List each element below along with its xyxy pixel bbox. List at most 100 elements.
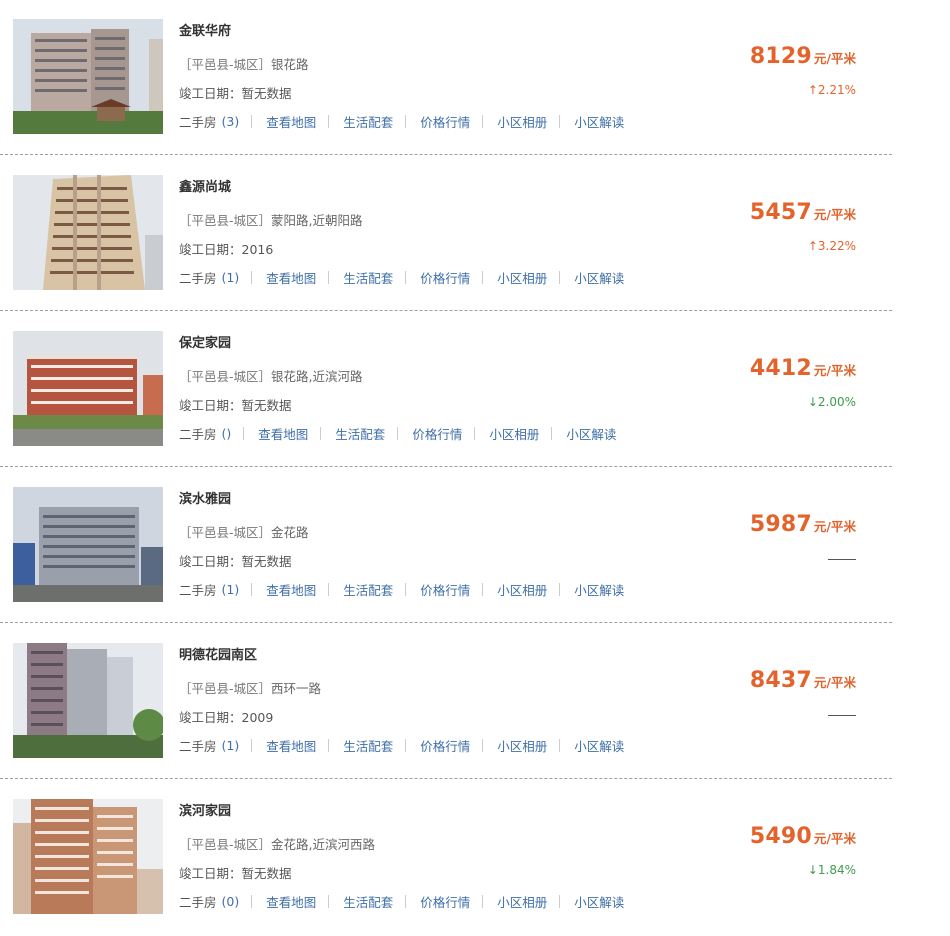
link-divider	[559, 270, 561, 284]
price: 5457 元/平米	[750, 200, 856, 225]
second-hand-count[interactable]: (1)	[222, 270, 240, 285]
price-trend-link[interactable]: 价格行情	[420, 268, 470, 287]
community-address: ［平邑县-城区］银花路,近滨河路	[179, 366, 363, 385]
second-hand-label[interactable]: 二手房	[179, 736, 217, 755]
price-value: 8437	[749, 668, 812, 693]
community-name[interactable]: 保定家园	[179, 332, 231, 351]
community-name[interactable]: 金联华府	[179, 20, 231, 39]
community-name[interactable]: 滨水雅园	[179, 488, 231, 507]
photo-album-link[interactable]: 小区相册	[497, 892, 547, 911]
community-address: ［平邑县-城区］西环一路	[179, 678, 321, 697]
second-hand-count[interactable]: (3)	[222, 114, 240, 129]
community-name[interactable]: 鑫源尚城	[179, 176, 231, 195]
price-value: 5457	[749, 200, 812, 225]
community-list: 金联华府 ［平邑县-城区］银花路 竣工日期：暂无数据 二手房 (3) 查看地图 …	[0, 0, 950, 936]
view-map-link[interactable]: 查看地图	[266, 580, 316, 599]
photo-album-link[interactable]: 小区相册	[489, 424, 539, 443]
life-facilities-link[interactable]: 生活配套	[343, 736, 393, 755]
second-hand-label[interactable]: 二手房	[179, 892, 217, 911]
second-hand-count[interactable]: (0)	[222, 894, 240, 909]
community-photo[interactable]	[13, 799, 163, 914]
road-label: 金花路	[271, 525, 309, 540]
price-unit: 元/平米	[813, 831, 856, 846]
completion-date: 竣工日期：暂无数据	[179, 395, 292, 414]
community-photo[interactable]	[13, 175, 163, 290]
link-divider	[482, 582, 484, 596]
price: 5490 元/平米	[750, 824, 856, 849]
community-review-link[interactable]: 小区解读	[574, 580, 624, 599]
item-divider	[0, 154, 892, 155]
second-hand-count[interactable]: (1)	[222, 582, 240, 597]
price-value: 5987	[749, 512, 812, 537]
district-label: ［平邑县-城区］	[179, 525, 272, 540]
community-photo[interactable]	[13, 643, 163, 758]
price-unit: 元/平米	[813, 675, 856, 690]
community-photo[interactable]	[13, 487, 163, 602]
item-divider	[0, 622, 892, 623]
view-map-link[interactable]: 查看地图	[266, 268, 316, 287]
photo-album-link[interactable]: 小区相册	[497, 736, 547, 755]
community-review-link[interactable]: 小区解读	[574, 736, 624, 755]
community-review-link[interactable]: 小区解读	[574, 268, 624, 287]
view-map-link[interactable]: 查看地图	[266, 736, 316, 755]
community-review-link[interactable]: 小区解读	[574, 112, 624, 131]
link-divider	[397, 426, 399, 440]
community-photo[interactable]	[13, 19, 163, 134]
second-hand-label[interactable]: 二手房	[179, 424, 217, 443]
second-hand-count[interactable]: ()	[222, 426, 232, 441]
life-facilities-link[interactable]: 生活配套	[343, 892, 393, 911]
completion-date: 竣工日期：2009	[179, 707, 273, 726]
completion-date: 竣工日期：2016	[179, 239, 273, 258]
community-review-link[interactable]: 小区解读	[574, 892, 624, 911]
photo-album-link[interactable]: 小区相册	[497, 112, 547, 131]
community-links: 二手房 () 查看地图 生活配套 价格行情 小区相册 小区解读	[179, 424, 616, 442]
view-map-link[interactable]: 查看地图	[258, 424, 308, 443]
price-change-none	[828, 559, 856, 560]
link-divider	[559, 738, 561, 752]
second-hand-count[interactable]: (1)	[222, 738, 240, 753]
link-divider	[482, 738, 484, 752]
photo-album-link[interactable]: 小区相册	[497, 268, 547, 287]
price-value: 5490	[749, 824, 812, 849]
view-map-link[interactable]: 查看地图	[266, 892, 316, 911]
list-item: 鑫源尚城 ［平邑县-城区］蒙阳路,近朝阳路 竣工日期：2016 二手房 (1) …	[0, 156, 892, 312]
completion-label: 竣工日期：	[179, 242, 242, 257]
second-hand-label[interactable]: 二手房	[179, 580, 217, 599]
price-change: ↓2.00%	[807, 395, 856, 409]
life-facilities-link[interactable]: 生活配套	[343, 268, 393, 287]
price-trend-link[interactable]: 价格行情	[420, 580, 470, 599]
second-hand-label[interactable]: 二手房	[179, 268, 217, 287]
photo-album-link[interactable]: 小区相册	[497, 580, 547, 599]
item-divider	[0, 778, 892, 779]
community-links: 二手房 (3) 查看地图 生活配套 价格行情 小区相册 小区解读	[179, 112, 624, 130]
community-name[interactable]: 滨河家园	[179, 800, 231, 819]
life-facilities-link[interactable]: 生活配套	[343, 112, 393, 131]
road-label: 西环一路	[271, 681, 322, 696]
community-address: ［平邑县-城区］金花路	[179, 522, 309, 541]
life-facilities-link[interactable]: 生活配套	[343, 580, 393, 599]
price-trend-link[interactable]: 价格行情	[412, 424, 462, 443]
price: 5987 元/平米	[750, 512, 856, 537]
community-links: 二手房 (1) 查看地图 生活配套 价格行情 小区相册 小区解读	[179, 580, 624, 598]
completion-value: 暂无数据	[241, 86, 292, 101]
community-links: 二手房 (0) 查看地图 生活配套 价格行情 小区相册 小区解读	[179, 892, 624, 910]
price-trend-link[interactable]: 价格行情	[420, 892, 470, 911]
price-trend-link[interactable]: 价格行情	[420, 112, 470, 131]
second-hand-label[interactable]: 二手房	[179, 112, 217, 131]
price: 4412 元/平米	[750, 356, 856, 381]
completion-label: 竣工日期：	[179, 554, 242, 569]
community-review-link[interactable]: 小区解读	[566, 424, 616, 443]
view-map-link[interactable]: 查看地图	[266, 112, 316, 131]
price-trend-link[interactable]: 价格行情	[420, 736, 470, 755]
completion-value: 2016	[241, 242, 274, 257]
list-item: 明德花园南区 ［平邑县-城区］西环一路 竣工日期：2009 二手房 (1) 查看…	[0, 624, 892, 780]
price-value: 8129	[749, 44, 812, 69]
community-photo[interactable]	[13, 331, 163, 446]
district-label: ［平邑县-城区］	[179, 369, 272, 384]
community-name[interactable]: 明德花园南区	[179, 644, 257, 663]
link-divider	[482, 114, 484, 128]
link-divider	[482, 894, 484, 908]
list-item: 金联华府 ［平邑县-城区］银花路 竣工日期：暂无数据 二手房 (3) 查看地图 …	[0, 0, 892, 156]
life-facilities-link[interactable]: 生活配套	[335, 424, 385, 443]
link-divider	[328, 270, 330, 284]
